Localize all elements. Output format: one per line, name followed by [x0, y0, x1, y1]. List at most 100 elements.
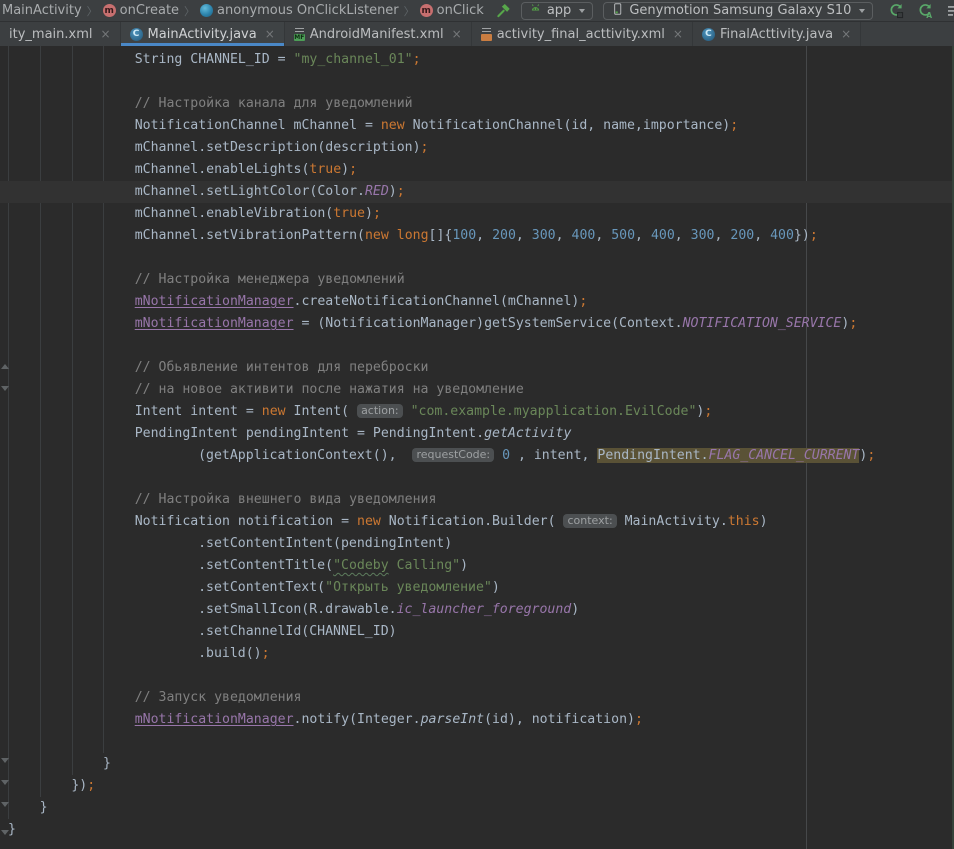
build-hammer-icon[interactable]	[496, 3, 511, 18]
code-line: mNotificationManager = (NotificationMana…	[0, 313, 954, 335]
tab-activity-final-acttivity-xml[interactable]: activity_final_acttivity.xml ×	[472, 22, 693, 46]
code-token: Intent intent =	[135, 404, 262, 419]
code-token: parseInt	[421, 712, 485, 727]
breadcrumb-item-anonymous-onclicklistener[interactable]: anonymous OnClickListener	[200, 3, 399, 18]
method-icon: m	[103, 4, 116, 17]
code-token: (id), notification)	[484, 712, 635, 727]
code-line: }	[0, 819, 954, 841]
close-icon[interactable]: ×	[673, 28, 683, 40]
close-icon[interactable]: ×	[100, 28, 110, 40]
code-line: .setContentTitle("Codeby Calling")	[0, 555, 954, 577]
code-token: ;	[810, 228, 818, 243]
code-token: ;	[730, 118, 738, 133]
code-token: new	[357, 514, 381, 529]
tab-androidmanifest-xml[interactable]: MFAndroidManifest.xml×	[285, 22, 472, 46]
code-token: )	[460, 558, 468, 573]
code-line: mChannel.setVibrationPattern(new long[]{…	[0, 225, 954, 247]
breadcrumb-label: anonymous OnClickListener	[217, 3, 399, 18]
code-token: "com.example.myapplication.EvilCode"	[411, 404, 697, 419]
code-line: Intent intent = new Intent( action: "com…	[0, 401, 954, 423]
code-token: true	[333, 206, 365, 221]
chevron-down-icon	[859, 9, 865, 13]
android-icon	[529, 2, 542, 19]
code-token: mChannel.enableLights(	[135, 162, 310, 177]
code-token: "Открыть уведомление"	[325, 580, 492, 595]
code-token: ;	[421, 140, 429, 155]
code-token: .setSmallIcon(R.drawable.	[198, 602, 397, 617]
code-token: mNotificationManager	[135, 316, 294, 331]
code-line	[0, 247, 954, 269]
code-token: .setChannelId(CHANNEL_ID)	[198, 624, 397, 639]
code-line	[0, 467, 954, 489]
breadcrumb-item-mainactivity[interactable]: MainActivity	[2, 3, 82, 18]
breadcrumb-item-oncreate[interactable]: m onCreate	[103, 3, 179, 18]
code-token: 400	[770, 228, 794, 243]
code-token: new	[262, 404, 286, 419]
code-token: ;	[397, 184, 405, 199]
tab-mainactivity-java[interactable]: CMainActivity.java×	[121, 22, 285, 46]
tab-ity-main-xml[interactable]: ity_main.xml×	[0, 22, 121, 46]
code-token: PendingIntent pendingIntent = PendingInt…	[135, 426, 484, 441]
code-token: 200	[492, 228, 516, 243]
code-line: mChannel.enableLights(true);	[0, 159, 954, 181]
code-token: ;	[579, 294, 587, 309]
close-icon[interactable]: ×	[841, 28, 851, 40]
code-token: // Запуск уведомления	[135, 690, 302, 705]
code-token: ;	[635, 712, 643, 727]
parameter-hint: context:	[563, 514, 616, 528]
tab-label: activity_final_acttivity.xml	[497, 27, 665, 42]
code-token: })	[794, 228, 810, 243]
breadcrumb-item-onclick[interactable]: monClick	[420, 3, 484, 18]
code-token: Intent(	[286, 404, 357, 419]
profiler-icon[interactable]	[946, 3, 954, 19]
code-token: 100	[452, 228, 476, 243]
code-line: // Обьявление интентов для переброски	[0, 357, 954, 379]
device-dropdown[interactable]: Genymotion Samsung Galaxy S10	[603, 2, 873, 20]
code-line: NotificationChannel mChannel = new Notif…	[0, 115, 954, 137]
layout-xml-icon	[481, 28, 492, 41]
tab-label: MainActivity.java	[148, 27, 257, 42]
code-token: // на новое активити после нажатия на ув…	[135, 382, 524, 397]
code-token: "my_channel_01"	[294, 52, 413, 67]
code-line: .setContentIntent(pendingIntent)	[0, 533, 954, 555]
code-token: = (NotificationManager)getSystemService(…	[294, 316, 683, 331]
code-line: .setChannelId(CHANNEL_ID)	[0, 621, 954, 643]
breadcrumb-label: onClick	[437, 3, 484, 18]
code-line: PendingIntent pendingIntent = PendingInt…	[0, 423, 954, 445]
code-token: NotificationChannel mChannel =	[135, 118, 381, 133]
breadcrumb-separator: 〉	[184, 3, 195, 19]
code-token: )	[571, 602, 579, 617]
breadcrumb-label: onCreate	[120, 3, 179, 18]
code-token: )	[341, 162, 349, 177]
code-token: mNotificationManager	[135, 712, 294, 727]
toolbar-actions: A	[888, 3, 954, 19]
breadcrumb-separator: 〉	[404, 3, 415, 19]
apply-code-changes-icon[interactable]: A	[917, 3, 933, 19]
code-token: (getApplicationContext(),	[198, 448, 412, 463]
code-token: .setContentTitle(	[198, 558, 333, 573]
code-token: new	[365, 228, 389, 243]
chevron-down-icon	[579, 9, 585, 13]
code-line: Notification notification = new Notifica…	[0, 511, 954, 533]
tab-finalacttivity-java[interactable]: CFinalActtivity.java×	[693, 22, 861, 46]
code-line: }	[0, 797, 954, 819]
close-icon[interactable]: ×	[452, 28, 462, 40]
code-token: mChannel.setDescription(description)	[135, 140, 421, 155]
breadcrumb-label: MainActivity	[2, 3, 82, 18]
editor-tabs: ity_main.xml×CMainActivity.java×MFAndroi…	[0, 22, 954, 46]
code-line	[0, 665, 954, 687]
tab-label: AndroidManifest.xml	[310, 27, 444, 42]
apply-changes-icon[interactable]	[888, 3, 904, 19]
code-line: (getApplicationContext(), requestCode: 0…	[0, 445, 954, 467]
code-line: .setSmallIcon(R.drawable.ic_launcher_for…	[0, 599, 954, 621]
run-config-dropdown[interactable]: app	[521, 2, 593, 20]
code-token: []{	[429, 228, 453, 243]
code-line: // Настройка менеджера уведомлений	[0, 269, 954, 291]
code-token: ;	[413, 52, 421, 67]
code-editor[interactable]: String CHANNEL_ID = "my_channel_01";// Н…	[0, 46, 954, 849]
code-line	[0, 731, 954, 753]
close-icon[interactable]: ×	[265, 28, 275, 40]
code-line: // на новое активити после нажатия на ув…	[0, 379, 954, 401]
code-token: NotificationChannel(id, name,importance)	[405, 118, 731, 133]
code-token: mChannel.enableVibration(	[135, 206, 334, 221]
